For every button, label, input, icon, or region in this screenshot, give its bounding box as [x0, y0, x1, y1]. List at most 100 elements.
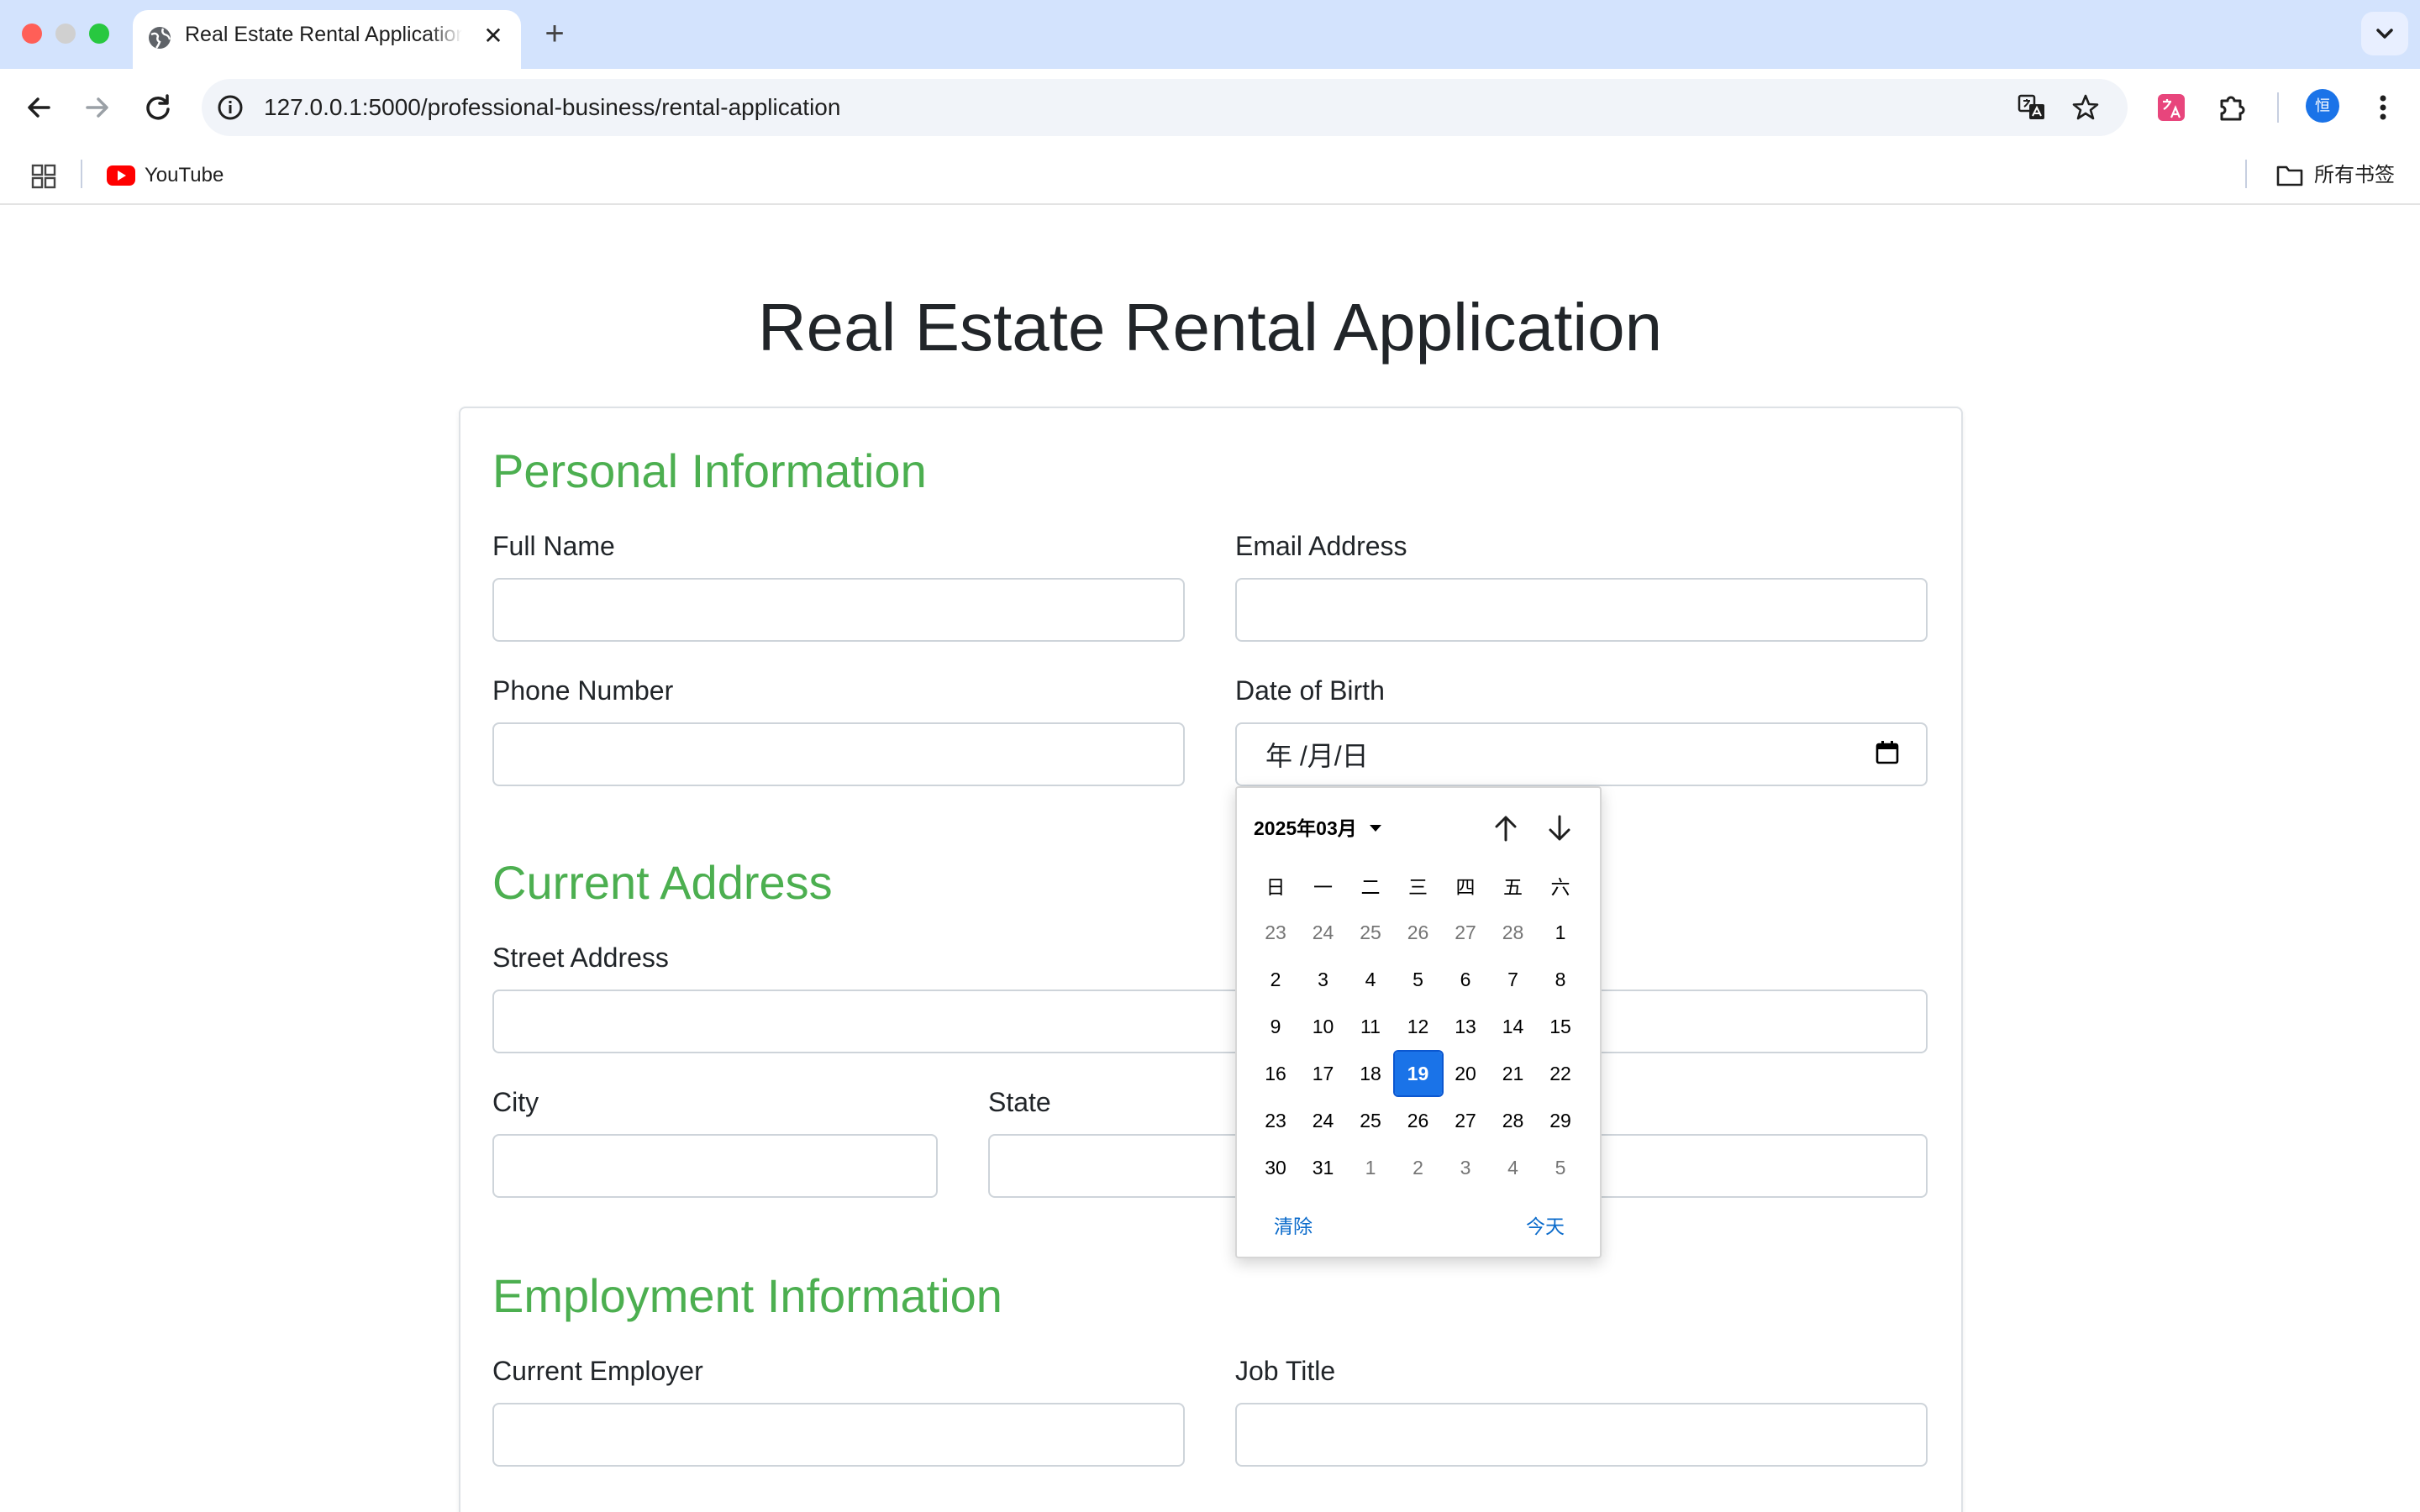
city-label: City: [492, 1087, 539, 1117]
url-text[interactable]: 127.0.0.1:5000/professional-business/ren…: [264, 79, 840, 136]
calendar-day[interactable]: 14: [1490, 1005, 1537, 1048]
calendar-day[interactable]: 3: [1442, 1146, 1489, 1189]
calendar-day[interactable]: 28: [1490, 1099, 1537, 1142]
dob-placeholder: 年 /月/日: [1265, 741, 1369, 771]
email-input[interactable]: [1235, 578, 1928, 642]
window-close-button[interactable]: [22, 24, 42, 44]
calendar-day[interactable]: 7: [1490, 958, 1537, 1001]
calendar-day[interactable]: 25: [1347, 911, 1394, 954]
full-name-label: Full Name: [492, 531, 615, 561]
reload-icon[interactable]: [138, 87, 178, 128]
calendar-day[interactable]: 31: [1300, 1146, 1347, 1189]
calendar-day[interactable]: 13: [1442, 1005, 1489, 1048]
email-label: Email Address: [1235, 531, 1407, 561]
city-input[interactable]: [492, 1134, 938, 1198]
next-month-arrow-icon[interactable]: [1541, 810, 1578, 847]
page-title: Real Estate Rental Application: [757, 290, 1663, 365]
globe-icon: [149, 27, 171, 49]
tab-strip: Real Estate Rental Application ✕ +: [0, 0, 2420, 69]
apps-grid-icon[interactable]: [30, 163, 57, 190]
section-personal-information: Personal Information: [492, 444, 927, 497]
previous-month-arrow-icon[interactable]: [1487, 810, 1524, 847]
calendar-day[interactable]: 2: [1252, 958, 1299, 1001]
full-name-input[interactable]: [492, 578, 1185, 642]
window-minimize-button[interactable]: [55, 24, 76, 44]
browser-toolbar: 127.0.0.1:5000/professional-business/ren…: [0, 69, 2420, 146]
bookmarks-bar: YouTube 所有书签: [0, 146, 2420, 205]
calendar-day[interactable]: 17: [1300, 1052, 1347, 1095]
section-employment-information: Employment Information: [492, 1269, 1002, 1322]
calendar-day[interactable]: 26: [1395, 1099, 1442, 1142]
all-bookmarks-button[interactable]: 所有书签: [2314, 146, 2395, 205]
extensions-puzzle-icon[interactable]: [2213, 89, 2250, 126]
calendar-day[interactable]: 23: [1252, 911, 1299, 954]
calendar-day[interactable]: 27: [1442, 911, 1489, 954]
calendar-day[interactable]: 1: [1537, 911, 1584, 954]
calendar-day[interactable]: 12: [1395, 1005, 1442, 1048]
new-tab-button[interactable]: +: [539, 15, 570, 52]
street-label: Street Address: [492, 942, 669, 973]
calendar-day[interactable]: 4: [1490, 1146, 1537, 1189]
calendar-day[interactable]: 3: [1300, 958, 1347, 1001]
calendar-day[interactable]: 4: [1347, 958, 1394, 1001]
calendar-day[interactable]: 23: [1252, 1099, 1299, 1142]
calendar-day[interactable]: 21: [1490, 1052, 1537, 1095]
more-menu-icon[interactable]: [2365, 89, 2402, 126]
calendar-day[interactable]: 10: [1300, 1005, 1347, 1048]
youtube-icon[interactable]: [106, 165, 136, 186]
calendar-day[interactable]: 25: [1347, 1099, 1394, 1142]
calendar-day[interactable]: 20: [1442, 1052, 1489, 1095]
street-input[interactable]: [492, 990, 1928, 1053]
translate-icon[interactable]: [2017, 92, 2047, 123]
weekday-header: 三: [1408, 876, 1428, 898]
clear-date-button[interactable]: 清除: [1274, 1210, 1313, 1243]
calendar-day[interactable]: 5: [1395, 958, 1442, 1001]
calendar-day[interactable]: 8: [1537, 958, 1584, 1001]
calendar-day[interactable]: 2: [1395, 1146, 1442, 1189]
job-title-input[interactable]: [1235, 1403, 1928, 1467]
calendar-day[interactable]: 1: [1347, 1146, 1394, 1189]
back-arrow-icon[interactable]: [18, 87, 59, 128]
today-button[interactable]: 今天: [1526, 1210, 1565, 1243]
calendar-day-selected[interactable]: 19: [1392, 1050, 1444, 1097]
section-current-address: Current Address: [492, 856, 833, 909]
tab-close-icon[interactable]: ✕: [481, 24, 506, 49]
calendar-day[interactable]: 11: [1347, 1005, 1394, 1048]
profile-avatar[interactable]: 恒: [2306, 89, 2339, 123]
window-zoom-button[interactable]: [89, 24, 109, 44]
employer-input[interactable]: [492, 1403, 1185, 1467]
calendar-day[interactable]: 27: [1442, 1099, 1489, 1142]
weekday-header: 日: [1265, 876, 1286, 898]
calendar-day[interactable]: 26: [1395, 911, 1442, 954]
calendar-day[interactable]: 18: [1347, 1052, 1394, 1095]
calendar-day[interactable]: 5: [1537, 1146, 1584, 1189]
weekday-header: 五: [1503, 876, 1523, 898]
calendar-day[interactable]: 22: [1537, 1052, 1584, 1095]
calendar-day[interactable]: 29: [1537, 1099, 1584, 1142]
month-caret-icon[interactable]: [1370, 825, 1381, 832]
calendar-day[interactable]: 28: [1490, 911, 1537, 954]
state-label: State: [988, 1087, 1051, 1117]
calendar-day[interactable]: 16: [1252, 1052, 1299, 1095]
calendar-day[interactable]: 9: [1252, 1005, 1299, 1048]
bookmark-star-icon[interactable]: [2070, 92, 2101, 123]
site-info-icon[interactable]: [213, 91, 247, 124]
calendar-day[interactable]: 30: [1252, 1146, 1299, 1189]
weekday-header: 四: [1455, 876, 1476, 898]
extension-translate-icon[interactable]: [2153, 89, 2190, 126]
tab-search-button[interactable]: [2361, 12, 2408, 55]
month-year-dropdown[interactable]: 2025年03月: [1254, 811, 1357, 845]
bookmarks-divider: [81, 160, 82, 188]
calendar-icon[interactable]: [1874, 739, 1901, 766]
forward-arrow-icon[interactable]: [77, 87, 118, 128]
bookmark-youtube[interactable]: YouTube: [145, 146, 224, 205]
weekday-header: 六: [1550, 876, 1570, 898]
browser-tab[interactable]: Real Estate Rental Application ✕: [133, 10, 521, 69]
address-bar[interactable]: 127.0.0.1:5000/professional-business/ren…: [202, 79, 2128, 136]
calendar-day[interactable]: 15: [1537, 1005, 1584, 1048]
dob-label: Date of Birth: [1235, 675, 1385, 706]
calendar-day[interactable]: 24: [1300, 1099, 1347, 1142]
calendar-day[interactable]: 6: [1442, 958, 1489, 1001]
calendar-day[interactable]: 24: [1300, 911, 1347, 954]
phone-input[interactable]: [492, 722, 1185, 786]
